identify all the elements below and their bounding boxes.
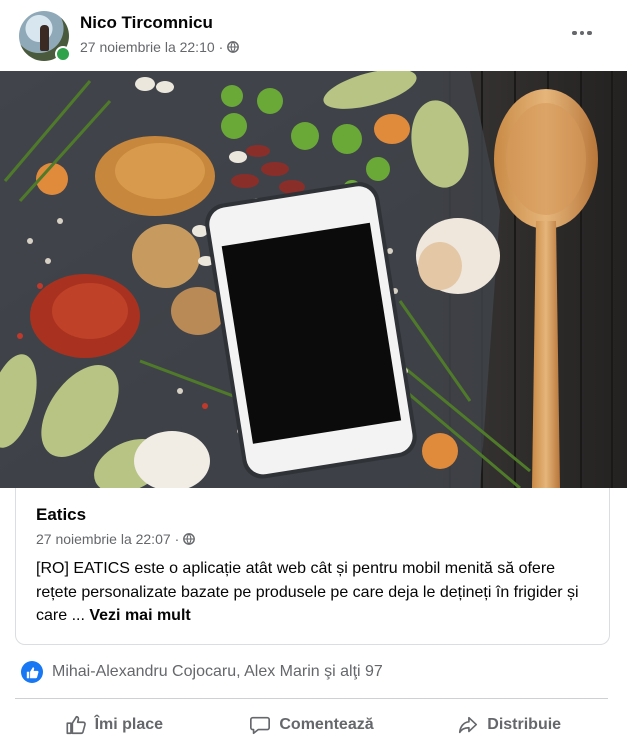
meta-separator: · (218, 39, 224, 55)
post-card: Nico Tircomnicu 27 noiembrie la 22:10 · (0, 0, 627, 737)
link-preview-timestamp[interactable]: 27 noiembrie la 22:07 (36, 531, 171, 547)
comment-button[interactable]: Comentează (213, 705, 411, 745)
post-meta: 27 noiembrie la 22:10 · (80, 39, 240, 55)
avatar-figure (40, 25, 49, 51)
comment-icon (250, 716, 271, 735)
link-preview-text: [RO] EATICS este o aplicație atât web câ… (36, 557, 596, 628)
online-status-dot (55, 46, 71, 62)
reactions-summary[interactable]: Mihai-Alexandru Cojocaru, Alex Marin şi … (21, 661, 383, 683)
dot (579, 30, 585, 36)
reactions-names[interactable]: Mihai-Alexandru Cojocaru, Alex Marin şi … (52, 663, 383, 681)
share-icon (459, 716, 478, 734)
more-options-icon[interactable] (566, 22, 598, 44)
thumbs-up-icon (66, 715, 86, 735)
dot (572, 30, 577, 36)
like-icon (21, 661, 43, 683)
like-button-label: Îmi place (94, 716, 164, 733)
link-preview-title[interactable]: Eatics (36, 505, 86, 525)
share-button-label: Distribuie (487, 716, 562, 733)
post-actions: Îmi place Comentează Distribuie (15, 705, 608, 745)
actions-divider (15, 698, 608, 699)
globe-icon (183, 533, 196, 545)
dot (587, 30, 592, 36)
meta-separator: · (174, 531, 180, 547)
see-more-link[interactable]: Vezi mai mult (89, 607, 190, 624)
share-button[interactable]: Distribuie (410, 705, 608, 745)
globe-icon[interactable] (227, 41, 240, 53)
post-image[interactable] (0, 71, 627, 488)
comment-button-label: Comentează (279, 716, 374, 733)
author-name[interactable]: Nico Tircomnicu (80, 13, 213, 33)
link-preview[interactable]: Eatics 27 noiembrie la 22:07 · [RO] EATI… (15, 488, 610, 645)
post-timestamp[interactable]: 27 noiembrie la 22:10 (80, 39, 215, 55)
like-button[interactable]: Îmi place (15, 705, 213, 745)
link-preview-meta: 27 noiembrie la 22:07 · (36, 531, 196, 547)
